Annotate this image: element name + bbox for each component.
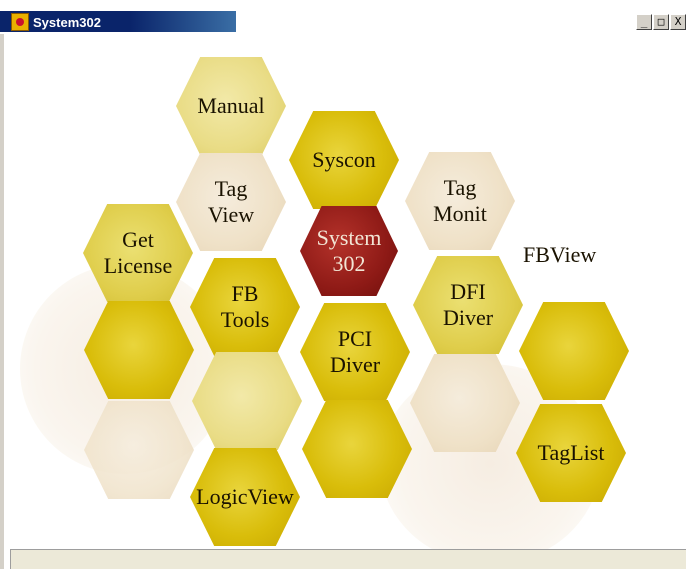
pci-diver-button[interactable]: PCI Diver xyxy=(300,303,410,401)
window-controls: _ □ X xyxy=(636,14,686,30)
app-icon[interactable] xyxy=(11,13,29,31)
minimize-button[interactable]: _ xyxy=(636,14,652,30)
close-button[interactable]: X xyxy=(670,14,686,30)
system302-button[interactable]: System 302 xyxy=(300,206,398,296)
tag-view-button[interactable]: Tag View xyxy=(176,153,286,251)
window-title: System302 xyxy=(33,15,101,30)
launcher-honeycomb: Manual Syscon Tag View Tag Monit System … xyxy=(0,34,686,549)
tag-monit-button[interactable]: Tag Monit xyxy=(405,152,515,250)
manual-button[interactable]: Manual xyxy=(176,57,286,155)
dfi-diver-button[interactable]: DFI Diver xyxy=(413,256,523,354)
fbview-button[interactable]: FBView xyxy=(523,242,596,268)
status-bar xyxy=(10,549,686,569)
maximize-button[interactable]: □ xyxy=(653,14,669,30)
syscon-button[interactable]: Syscon xyxy=(289,111,399,209)
title-bar[interactable]: System302 _ □ X xyxy=(0,0,686,34)
logicview-button[interactable]: LogicView xyxy=(190,448,300,546)
